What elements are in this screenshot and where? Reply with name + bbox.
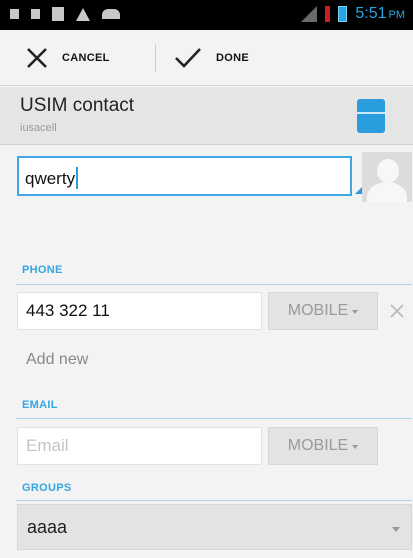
contact-photo[interactable]: [362, 152, 412, 202]
account-name: USIM contact: [20, 95, 135, 116]
phone-type-spinner[interactable]: MOBILE: [268, 292, 378, 330]
signal-icon: [301, 6, 318, 22]
done-label: DONE: [216, 52, 249, 64]
cancel-label: CANCEL: [62, 52, 110, 64]
name-input[interactable]: qwerty: [17, 156, 352, 196]
done-button[interactable]: DONE: [174, 30, 249, 86]
phone-type-label: MOBILE: [287, 302, 349, 319]
action-bar: CANCEL DONE: [0, 30, 413, 86]
status-time: 5:51 PM: [355, 5, 405, 22]
email-section-divider: [16, 418, 412, 419]
notification-icons: [10, 7, 120, 21]
account-subtitle: iusacell: [20, 122, 57, 134]
notification-icon: [10, 9, 19, 19]
name-input-value: qwerty: [25, 169, 76, 188]
phone-section-divider: [16, 284, 412, 285]
dropdown-arrow-icon: [352, 310, 359, 314]
phone-section-header: PHONE: [22, 264, 63, 276]
groups-value: aaaa: [27, 516, 68, 537]
no-sim-icon: [325, 6, 331, 22]
gamepad-icon: [102, 9, 120, 19]
phone-input[interactable]: 443 322 11: [17, 292, 262, 330]
battery-icon: [338, 6, 348, 22]
email-type-label: MOBILE: [287, 437, 349, 454]
status-bar: 5:51 PM: [0, 0, 413, 30]
person-body: [367, 182, 407, 202]
add-new-phone-link[interactable]: Add new: [26, 351, 88, 369]
person-head: [377, 159, 399, 183]
remove-phone-icon[interactable]: [388, 302, 406, 320]
dropdown-arrow-icon: [392, 527, 400, 532]
close-icon: [27, 48, 47, 68]
dropdown-arrow-icon: [352, 445, 359, 449]
cancel-button[interactable]: CANCEL: [26, 30, 110, 86]
action-bar-divider: [155, 44, 156, 72]
usb-icon: [31, 9, 40, 19]
groups-section-header: GROUPS: [22, 482, 72, 494]
text-cursor: [76, 167, 79, 189]
sim-card-icon: [357, 99, 385, 133]
phone-input-value: 443 322 11: [26, 301, 110, 320]
groups-spinner[interactable]: aaaa: [17, 504, 412, 550]
email-type-spinner[interactable]: MOBILE: [268, 427, 378, 465]
email-placeholder: Email: [26, 436, 69, 455]
groups-section-divider: [16, 500, 412, 501]
clipboard-icon: [52, 7, 64, 21]
email-input[interactable]: Email: [17, 427, 262, 465]
checkmark-icon: [175, 48, 201, 68]
account-header: USIM contact iusacell: [0, 87, 413, 145]
warning-icon: [76, 7, 90, 21]
email-section-header: EMAIL: [22, 399, 58, 411]
